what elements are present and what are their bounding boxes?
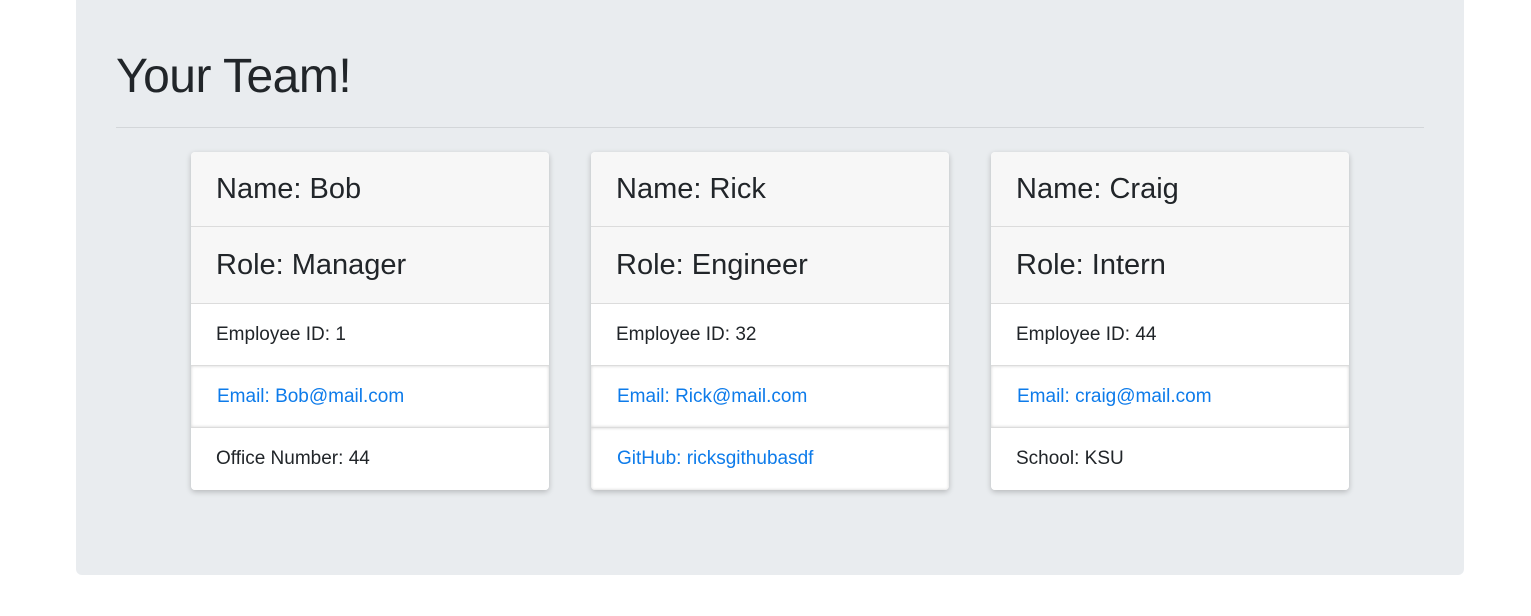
employee-email-link[interactable]: Email: Rick@mail.com <box>591 366 949 428</box>
employee-name: Name: Craig <box>991 152 1349 227</box>
employee-email-link[interactable]: Email: Bob@mail.com <box>191 366 549 428</box>
employee-id: Employee ID: 1 <box>191 304 549 366</box>
employee-role: Role: Manager <box>191 227 549 304</box>
employee-name: Name: Bob <box>191 152 549 227</box>
title-divider <box>116 127 1424 128</box>
employee-id: Employee ID: 32 <box>591 304 949 366</box>
employee-card-engineer: Name: Rick Role: Engineer Employee ID: 3… <box>591 152 949 490</box>
team-jumbotron: Your Team! Name: Bob Role: Manager Emplo… <box>76 0 1464 575</box>
employee-email-link[interactable]: Email: craig@mail.com <box>991 366 1349 428</box>
employee-card-intern: Name: Craig Role: Intern Employee ID: 44… <box>991 152 1349 490</box>
page-title: Your Team! <box>116 50 352 103</box>
employee-name: Name: Rick <box>591 152 949 227</box>
employee-card-manager: Name: Bob Role: Manager Employee ID: 1 E… <box>191 152 549 490</box>
employee-role: Role: Engineer <box>591 227 949 304</box>
github-link[interactable]: GitHub: ricksgithubasdf <box>591 428 949 490</box>
employee-id: Employee ID: 44 <box>991 304 1349 366</box>
office-number: Office Number: 44 <box>191 428 549 490</box>
school: School: KSU <box>991 428 1349 490</box>
employee-role: Role: Intern <box>991 227 1349 304</box>
